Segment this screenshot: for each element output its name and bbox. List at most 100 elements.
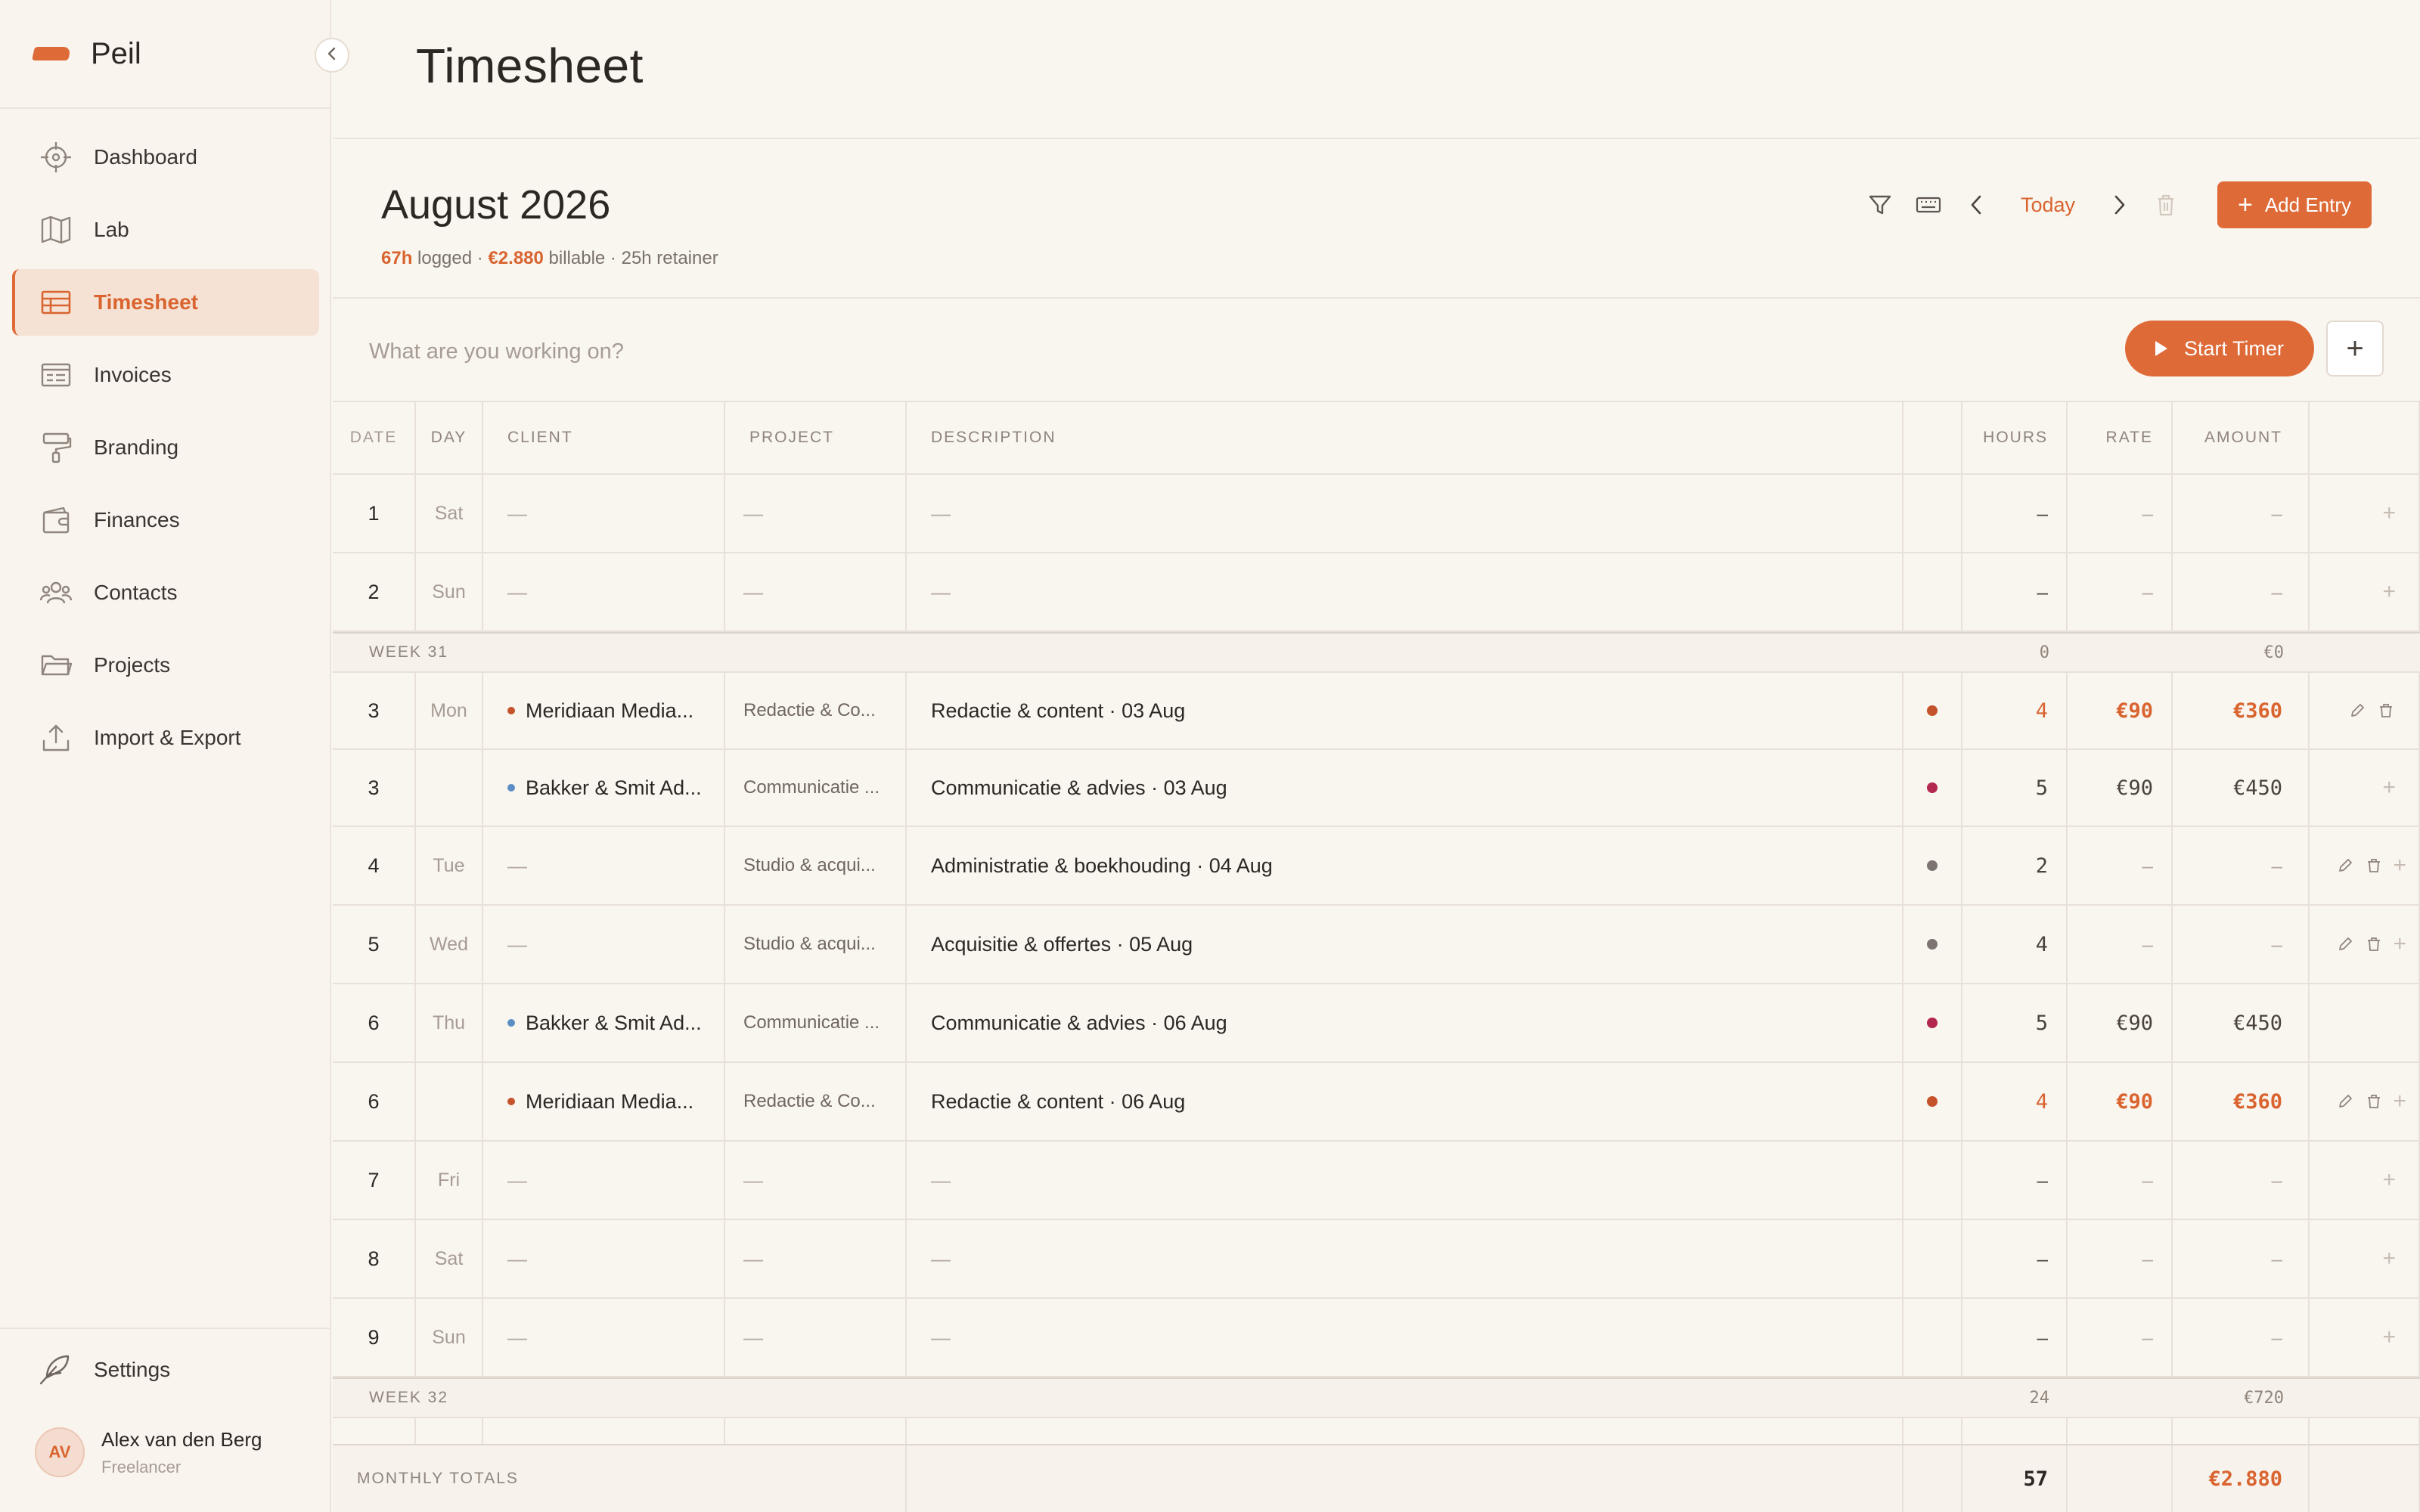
row-actions bbox=[2310, 1418, 2420, 1444]
table-row[interactable]: 3 Bakker & Smit Ad... Communicatie ... C… bbox=[333, 750, 2420, 827]
section-divider bbox=[333, 297, 2420, 299]
sidebar: Peil Dashboard Lab Timesheet Invoices Br… bbox=[0, 0, 331, 1512]
delete-icon[interactable] bbox=[2376, 701, 2396, 720]
row-actions: + bbox=[2310, 1220, 2420, 1297]
row-rate: – bbox=[2068, 475, 2173, 552]
week-label: WEEK 32 bbox=[369, 1389, 449, 1406]
row-hours bbox=[1962, 1418, 2068, 1444]
sidebar-item-dashboard[interactable]: Dashboard bbox=[12, 124, 319, 191]
row-rate: €90 bbox=[2068, 750, 2173, 826]
edit-icon[interactable] bbox=[2335, 856, 2355, 875]
app-name: Peil bbox=[91, 36, 141, 70]
row-date: 1 bbox=[333, 475, 416, 552]
sidebar-item-label: Finances bbox=[94, 508, 180, 531]
billable-label: billable bbox=[548, 248, 606, 268]
totals-actions bbox=[2310, 1445, 2420, 1512]
edit-icon[interactable] bbox=[2335, 1092, 2355, 1111]
table-row[interactable]: 9 Sun — — — – – – + bbox=[333, 1299, 2420, 1377]
week-label: WEEK 31 bbox=[369, 643, 449, 661]
sidebar-item-timesheet[interactable]: Timesheet bbox=[12, 269, 319, 336]
table-row[interactable]: 5 Wed — Studio & acqui... Acquisitie & o… bbox=[333, 906, 2420, 984]
totals-rate bbox=[2068, 1445, 2173, 1512]
row-description: Communicatie & advies · 03 Aug bbox=[907, 750, 1903, 826]
sidebar-item-import-export[interactable]: Import & Export bbox=[12, 705, 319, 771]
table-row[interactable]: 1 Sat — — — – – – + bbox=[333, 475, 2420, 553]
sidebar-item-branding[interactable]: Branding bbox=[12, 414, 319, 481]
col-day[interactable]: DAY bbox=[416, 402, 483, 473]
brand[interactable]: Peil bbox=[32, 30, 141, 77]
table-row[interactable]: 7 Fri — — — – – – + bbox=[333, 1142, 2420, 1220]
total-amount: €2.880 bbox=[2173, 1445, 2310, 1512]
client-name: Bakker & Smit Ad... bbox=[526, 1011, 702, 1034]
sidebar-item-lab[interactable]: Lab bbox=[12, 197, 319, 263]
table-header: DATE DAY CLIENT PROJECT DESCRIPTION HOUR… bbox=[333, 401, 2420, 475]
table-row[interactable]: 6 Thu Bakker & Smit Ad... Communicatie .… bbox=[333, 984, 2420, 1063]
trash-icon[interactable] bbox=[2149, 188, 2183, 222]
start-timer-button[interactable]: Start Timer bbox=[2125, 321, 2314, 376]
table-row[interactable]: 6 Meridiaan Media... Redactie & Co... Re… bbox=[333, 1063, 2420, 1142]
logged-label: logged bbox=[417, 248, 473, 268]
row-rate: €90 bbox=[2068, 984, 2173, 1061]
add-manual-entry-button[interactable]: + bbox=[2326, 321, 2384, 376]
col-description[interactable]: DESCRIPTION bbox=[907, 402, 1903, 473]
add-row-icon[interactable]: + bbox=[2382, 775, 2396, 801]
row-day bbox=[416, 750, 483, 826]
col-amount[interactable]: AMOUNT bbox=[2173, 402, 2310, 473]
keyboard-icon[interactable] bbox=[1912, 188, 1945, 222]
table-row[interactable]: 3 Mon Meridiaan Media... Redactie & Co..… bbox=[333, 673, 2420, 750]
row-hours: – bbox=[1962, 1299, 2068, 1376]
feather-icon bbox=[38, 1353, 71, 1387]
row-day: Tue bbox=[416, 827, 483, 904]
sidebar-item-invoices[interactable]: Invoices bbox=[12, 342, 319, 408]
add-row-icon[interactable]: + bbox=[2382, 1325, 2396, 1350]
table-row[interactable]: 8 Sat — — — – – – + bbox=[333, 1220, 2420, 1299]
table-row[interactable]: 2 Sun — — — – – – + bbox=[333, 553, 2420, 632]
col-date[interactable]: DATE bbox=[333, 402, 416, 473]
delete-icon[interactable] bbox=[2364, 1092, 2384, 1111]
user-profile[interactable]: AV Alex van den Berg Freelancer bbox=[35, 1427, 262, 1477]
edit-icon[interactable] bbox=[2347, 701, 2367, 720]
add-row-icon[interactable]: + bbox=[2393, 853, 2406, 878]
sidebar-item-label: Branding bbox=[94, 435, 179, 459]
table-row[interactable]: 4 Tue — Studio & acqui... Administratie … bbox=[333, 827, 2420, 906]
add-row-icon[interactable]: + bbox=[2382, 500, 2396, 526]
settings-link[interactable]: Settings bbox=[38, 1349, 170, 1391]
row-client: — bbox=[483, 475, 725, 552]
row-amount bbox=[2173, 1418, 2310, 1444]
sidebar-item-projects[interactable]: Projects bbox=[12, 632, 319, 699]
previous-month-button[interactable] bbox=[1960, 188, 1993, 222]
collapse-sidebar-button[interactable] bbox=[315, 38, 349, 73]
add-row-icon[interactable]: + bbox=[2382, 1246, 2396, 1272]
col-hours[interactable]: HOURS bbox=[1962, 402, 2068, 473]
add-entry-button[interactable]: + Add Entry bbox=[2217, 181, 2372, 228]
row-client: — bbox=[483, 1220, 725, 1297]
row-amount: – bbox=[2173, 1142, 2310, 1219]
row-client: Meridiaan Media... bbox=[483, 673, 725, 748]
row-client: — bbox=[483, 1299, 725, 1376]
timer-description-input[interactable] bbox=[369, 333, 1352, 370]
row-status bbox=[1903, 984, 1962, 1061]
row-date: 8 bbox=[333, 1220, 416, 1297]
add-row-icon[interactable]: + bbox=[2382, 1167, 2396, 1193]
col-rate[interactable]: RATE bbox=[2068, 402, 2173, 473]
edit-icon[interactable] bbox=[2335, 934, 2355, 954]
add-row-icon[interactable]: + bbox=[2393, 1089, 2406, 1114]
add-row-icon[interactable]: + bbox=[2382, 579, 2396, 605]
delete-icon[interactable] bbox=[2364, 934, 2384, 954]
page-title: Timesheet bbox=[416, 39, 644, 93]
col-client[interactable]: CLIENT bbox=[483, 402, 725, 473]
add-row-icon[interactable]: + bbox=[2393, 931, 2406, 957]
sidebar-item-finances[interactable]: Finances bbox=[12, 487, 319, 553]
week-subtotal-row: WEEK 31 0 €0 bbox=[333, 632, 2420, 673]
delete-icon[interactable] bbox=[2364, 856, 2384, 875]
row-amount: €360 bbox=[2173, 673, 2310, 748]
next-month-button[interactable] bbox=[2102, 188, 2136, 222]
filter-icon[interactable] bbox=[1863, 188, 1897, 222]
row-hours: 4 bbox=[1962, 1063, 2068, 1140]
col-project[interactable]: PROJECT bbox=[725, 402, 907, 473]
row-amount: €450 bbox=[2173, 750, 2310, 826]
week-hours: 0 bbox=[2039, 643, 2049, 662]
today-button[interactable]: Today bbox=[2006, 194, 2090, 217]
row-client: — bbox=[483, 1142, 725, 1219]
sidebar-item-contacts[interactable]: Contacts bbox=[12, 559, 319, 626]
